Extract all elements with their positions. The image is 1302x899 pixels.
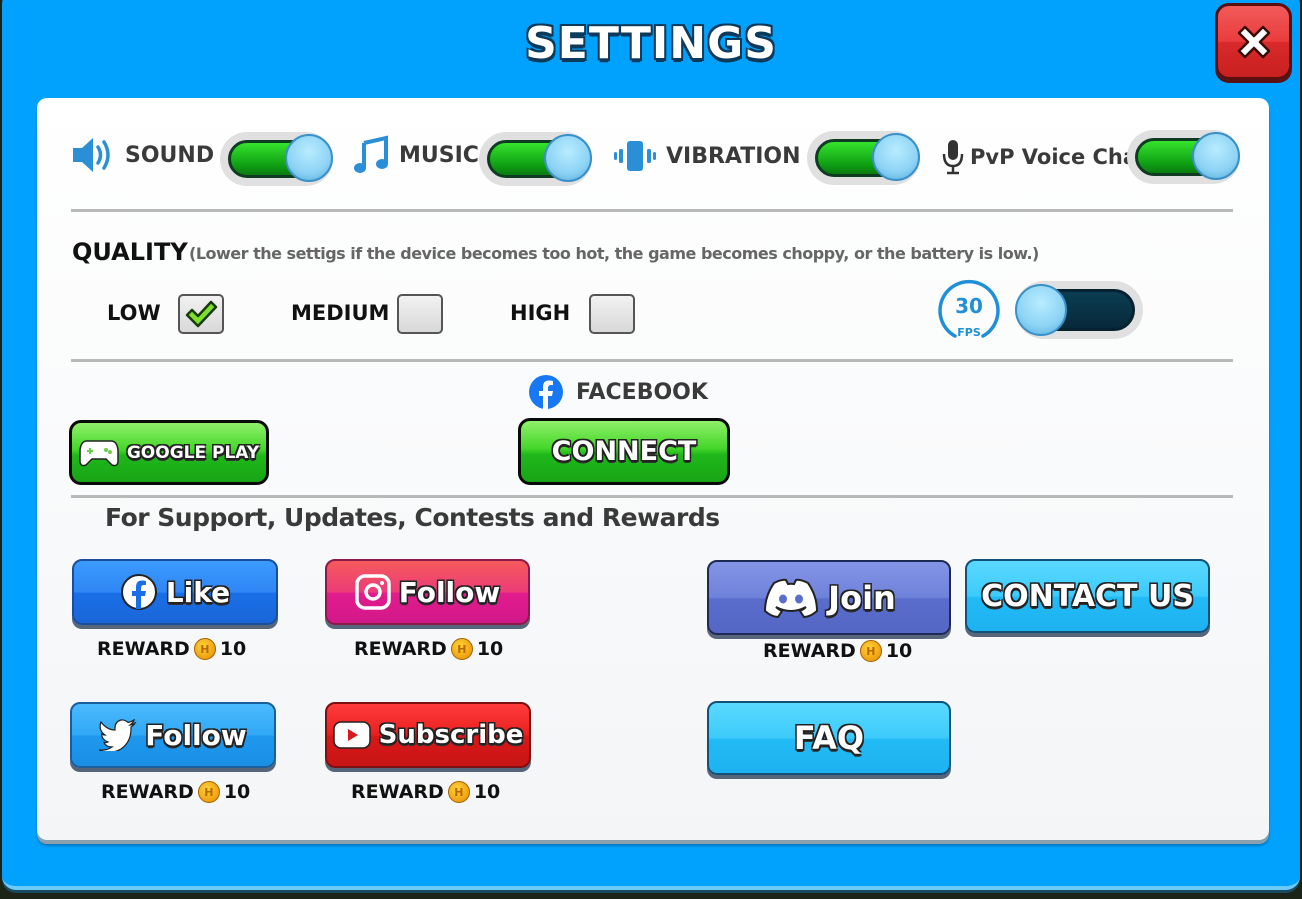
coin-icon: H	[197, 781, 220, 803]
sound-setting: SOUND	[71, 130, 214, 180]
vibration-setting: VIBRATION	[614, 131, 801, 181]
google-play-button[interactable]: GOOGLE PLAY	[69, 420, 269, 485]
support-title: For Support, Updates, Contests and Rewar…	[105, 503, 720, 532]
youtube-subscribe-button[interactable]: Subscribe	[325, 702, 531, 768]
quality-low-checkbox[interactable]	[178, 294, 224, 334]
checkmark-icon	[185, 300, 218, 328]
reward-label: REWARD	[763, 640, 856, 662]
music-setting: MUSIC	[353, 130, 479, 180]
twitter-reward: REWARD H 10	[101, 781, 250, 803]
like-label: Like	[165, 575, 231, 609]
quality-high-checkbox[interactable]	[589, 294, 635, 334]
close-icon	[1237, 25, 1270, 58]
connect-label: CONNECT	[551, 436, 697, 467]
twitter-follow-label: Follow	[145, 718, 247, 752]
fps-value: 30	[955, 294, 983, 318]
instagram-reward: REWARD H 10	[354, 638, 503, 660]
settings-panel: SOUND MUSIC VIBRATION PvP Voice Chat QUA…	[37, 98, 1269, 840]
vibration-label: VIBRATION	[666, 143, 801, 169]
contact-us-button[interactable]: CONTACT US	[965, 559, 1210, 633]
microphone-icon	[942, 140, 964, 175]
reward-label: REWARD	[354, 638, 447, 660]
quality-low-label: LOW	[107, 301, 161, 325]
vibration-icon	[614, 141, 656, 171]
contact-us-label: CONTACT US	[981, 578, 1194, 614]
facebook-connect-label: FACEBOOK	[528, 374, 708, 410]
music-label: MUSIC	[399, 142, 479, 168]
fps-unit: FPS	[957, 326, 981, 339]
reward-amount: 10	[219, 638, 247, 660]
youtube-subscribe-label: Subscribe	[378, 720, 524, 750]
faq-label: FAQ	[793, 719, 865, 757]
faq-button[interactable]: FAQ	[707, 701, 951, 775]
facebook-reward: REWARD H 10	[97, 638, 246, 660]
facebook-icon	[120, 574, 157, 610]
discord-join-button[interactable]: Join	[707, 560, 951, 635]
instagram-follow-label: Follow	[398, 575, 501, 609]
facebook-label: FACEBOOK	[576, 379, 708, 405]
discord-icon	[764, 578, 819, 618]
coin-icon: H	[193, 638, 216, 660]
quality-high-label: HIGH	[510, 301, 571, 325]
reward-amount: 10	[476, 638, 504, 660]
facebook-connect-button[interactable]: CONNECT	[518, 418, 730, 485]
voice-chat-setting: PvP Voice Chat	[942, 132, 1147, 182]
coin-icon: H	[859, 640, 882, 662]
discord-join-label: Join	[828, 578, 896, 617]
speaker-icon	[73, 138, 110, 172]
fps-indicator: 30 FPS	[937, 278, 1001, 342]
divider	[71, 495, 1233, 498]
coin-icon: H	[450, 638, 473, 660]
quality-title: QUALITY	[72, 238, 188, 266]
close-button[interactable]	[1215, 3, 1292, 80]
window-title: SETTINGS	[525, 18, 777, 69]
quality-medium-label: MEDIUM	[291, 301, 390, 325]
facebook-icon	[529, 375, 563, 410]
reward-amount: 10	[223, 781, 251, 803]
twitter-icon	[99, 719, 137, 751]
voice-chat-label: PvP Voice Chat	[970, 145, 1148, 169]
quality-hint: (Lower the settigs if the device becomes…	[189, 244, 1039, 263]
discord-reward: REWARD H 10	[763, 640, 912, 662]
reward-label: REWARD	[97, 638, 190, 660]
sound-label: SOUND	[125, 142, 215, 168]
fps-toggle[interactable]	[1015, 281, 1143, 339]
vibration-toggle[interactable]	[807, 131, 920, 185]
gamepad-icon	[79, 439, 119, 466]
instagram-follow-button[interactable]: Follow	[325, 559, 530, 625]
sound-toggle[interactable]	[220, 132, 333, 186]
instagram-icon	[354, 574, 391, 610]
google-play-label: GOOGLE PLAY	[126, 442, 260, 463]
divider	[71, 209, 1233, 212]
music-toggle[interactable]	[479, 132, 592, 186]
youtube-reward: REWARD H 10	[351, 781, 500, 803]
quality-medium-checkbox[interactable]	[397, 294, 443, 334]
reward-amount: 10	[473, 781, 501, 803]
reward-label: REWARD	[101, 781, 194, 803]
voice-chat-toggle[interactable]	[1127, 130, 1240, 184]
youtube-icon	[332, 721, 371, 749]
coin-icon: H	[447, 781, 470, 803]
reward-amount: 10	[885, 640, 913, 662]
twitter-follow-button[interactable]: Follow	[70, 702, 276, 768]
music-note-icon	[354, 135, 388, 173]
facebook-like-button[interactable]: Like	[72, 559, 278, 625]
divider	[71, 359, 1233, 362]
reward-label: REWARD	[351, 781, 444, 803]
